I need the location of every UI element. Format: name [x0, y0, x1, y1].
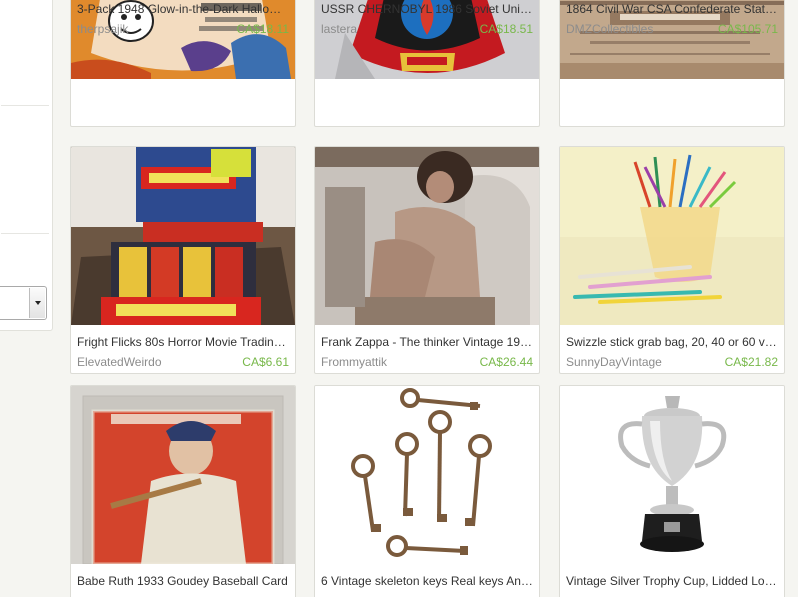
chevron-down-icon: [34, 301, 41, 305]
listing-price: CA$26.44: [479, 355, 533, 369]
listing-image-swizzle-sticks[interactable]: [560, 147, 784, 325]
sidebar-divider: [1, 233, 49, 234]
listing-price: CA$18.51: [479, 22, 533, 36]
listing-card[interactable]: 3-Pack 1948 Glow-in-the-Dark Halloween P…: [70, 0, 296, 127]
listing-card[interactable]: USSR CHERNOBYL 1986 Soviet Union Badge l…: [314, 0, 540, 127]
listing-price: CA$21.82: [724, 355, 778, 369]
listing-price: CA$6.61: [242, 355, 289, 369]
listing-title[interactable]: 3-Pack 1948 Glow-in-the-Dark Halloween P…: [77, 2, 289, 16]
listing-card[interactable]: Frank Zappa - The thinker Vintage 1967 P…: [314, 146, 540, 374]
listing-title[interactable]: Frank Zappa - The thinker Vintage 1967 P…: [321, 335, 533, 349]
listing-price: CA$18.11: [236, 22, 289, 36]
shop-name[interactable]: ElevatedWeirdo: [77, 355, 162, 369]
shop-name[interactable]: therpsajik: [77, 22, 128, 36]
listing-image-skeleton-keys[interactable]: [315, 386, 539, 564]
sidebar-panel: [0, 0, 53, 331]
listing-image-fright-flicks-box[interactable]: [71, 147, 295, 325]
listing-card[interactable]: 1864 Civil War CSA Confederate States Tw…: [559, 0, 785, 127]
listing-title[interactable]: Babe Ruth 1933 Goudey Baseball Card: [77, 574, 289, 588]
listing-title[interactable]: 6 Vintage skeleton keys Real keys Antiqu…: [321, 574, 533, 588]
listing-title[interactable]: Fright Flicks 80s Horror Movie Trading C…: [77, 335, 289, 349]
listing-card[interactable]: Babe Ruth 1933 Goudey Baseball Card: [70, 385, 296, 597]
listing-image-silver-trophy[interactable]: [560, 386, 784, 564]
listing-image-babe-ruth-card[interactable]: [71, 386, 295, 564]
page: 3-Pack 1948 Glow-in-the-Dark Halloween P…: [0, 0, 798, 597]
listing-card[interactable]: Vintage Silver Trophy Cup, Lidded Loving…: [559, 385, 785, 597]
listing-card[interactable]: Fright Flicks 80s Horror Movie Trading C…: [70, 146, 296, 374]
shop-name[interactable]: DMZCollectibles: [566, 22, 653, 36]
sidebar-divider: [1, 105, 49, 106]
listing-title[interactable]: Swizzle stick grab bag, 20, 40 or 60 vin…: [566, 335, 778, 349]
select-arrow-button[interactable]: [29, 288, 45, 318]
listing-card[interactable]: Swizzle stick grab bag, 20, 40 or 60 vin…: [559, 146, 785, 374]
listing-title[interactable]: USSR CHERNOBYL 1986 Soviet Union Badge: [321, 2, 533, 16]
listing-image-frank-zappa-poster[interactable]: [315, 147, 539, 325]
sort-select[interactable]: [0, 286, 47, 320]
listing-card[interactable]: 6 Vintage skeleton keys Real keys Antiqu…: [314, 385, 540, 597]
shop-name[interactable]: Frommyattik: [321, 355, 387, 369]
listing-title[interactable]: Vintage Silver Trophy Cup, Lidded Loving…: [566, 574, 778, 588]
shop-name[interactable]: SunnyDayVintage: [566, 355, 662, 369]
listing-title[interactable]: 1864 Civil War CSA Confederate States Tw…: [566, 2, 778, 16]
listing-price: CA$105.71: [717, 22, 778, 36]
shop-name[interactable]: lastera: [321, 22, 357, 36]
